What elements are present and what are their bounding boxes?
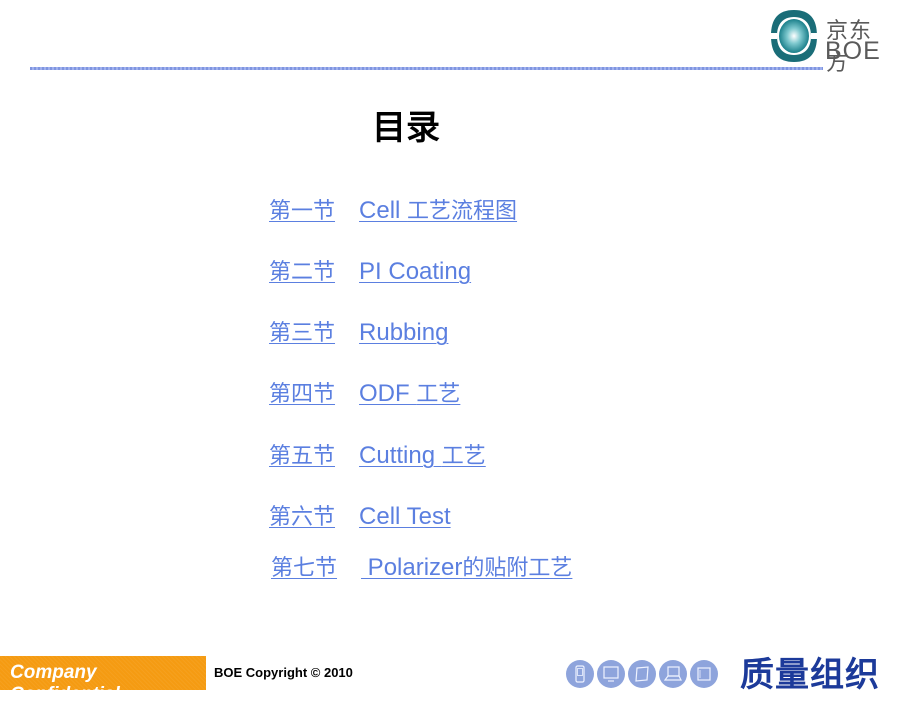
boe-logo: 京东方 BOE: [766, 6, 891, 76]
header-divider: [30, 67, 823, 70]
toc-section-label: 第二节: [269, 260, 336, 285]
monitor-icon: [597, 660, 625, 688]
page-title: 目录: [372, 108, 440, 148]
toc-section-label: 第四节: [269, 382, 336, 407]
toc-link-section-7[interactable]: 第七节 Polarizer的贴附工艺: [271, 550, 572, 582]
copyright-notice: BOE Copyright © 2010: [214, 665, 353, 680]
laptop-icon: [659, 660, 687, 688]
quality-organization-slogan: 质量组织: [740, 655, 880, 695]
toc-section-label: 第六节: [269, 505, 336, 530]
boe-logo-icon: [770, 10, 818, 62]
toc-title-cn: 的贴附工艺: [462, 556, 573, 581]
confidential-label: Company Confidential: [10, 662, 120, 705]
toc-title-en: PI Coating: [359, 258, 472, 285]
toc-title-en: Cell: [359, 197, 408, 224]
toc-link-section-3[interactable]: 第三节 Rubbing: [269, 315, 448, 347]
tablet-icon: [628, 660, 656, 688]
toc-title-cn: 工艺: [416, 382, 461, 407]
toc-section-label: 第三节: [269, 321, 336, 346]
company-confidential-badge: Company Confidential: [0, 656, 206, 705]
phone-icon: [566, 660, 594, 688]
toc-title-en: Rubbing: [359, 319, 449, 346]
toc-title-en: Cutting: [359, 442, 442, 469]
toc-link-section-5[interactable]: 第五节 Cutting 工艺: [269, 438, 486, 470]
toc-title-cn: 工艺: [441, 444, 486, 469]
toc-link-section-2[interactable]: 第二节 PI Coating: [269, 254, 471, 286]
toc-title-cn: 工艺流程图: [407, 199, 518, 224]
toc-link-section-1[interactable]: 第一节 Cell 工艺流程图: [269, 193, 517, 225]
toc-title-en: ODF: [359, 380, 417, 407]
toc-link-section-6[interactable]: 第六节 Cell Test: [269, 499, 451, 531]
display-icon: [690, 660, 718, 688]
logo-text-english: BOE: [825, 37, 881, 65]
toc-section-label: 第一节: [269, 199, 336, 224]
toc-link-section-4[interactable]: 第四节 ODF 工艺: [269, 376, 460, 408]
toc-title-en: Polarizer: [361, 554, 463, 581]
toc-title-en: Cell Test: [359, 503, 451, 530]
toc-section-label: 第五节: [269, 444, 336, 469]
toc-section-label: 第七节: [271, 556, 338, 581]
